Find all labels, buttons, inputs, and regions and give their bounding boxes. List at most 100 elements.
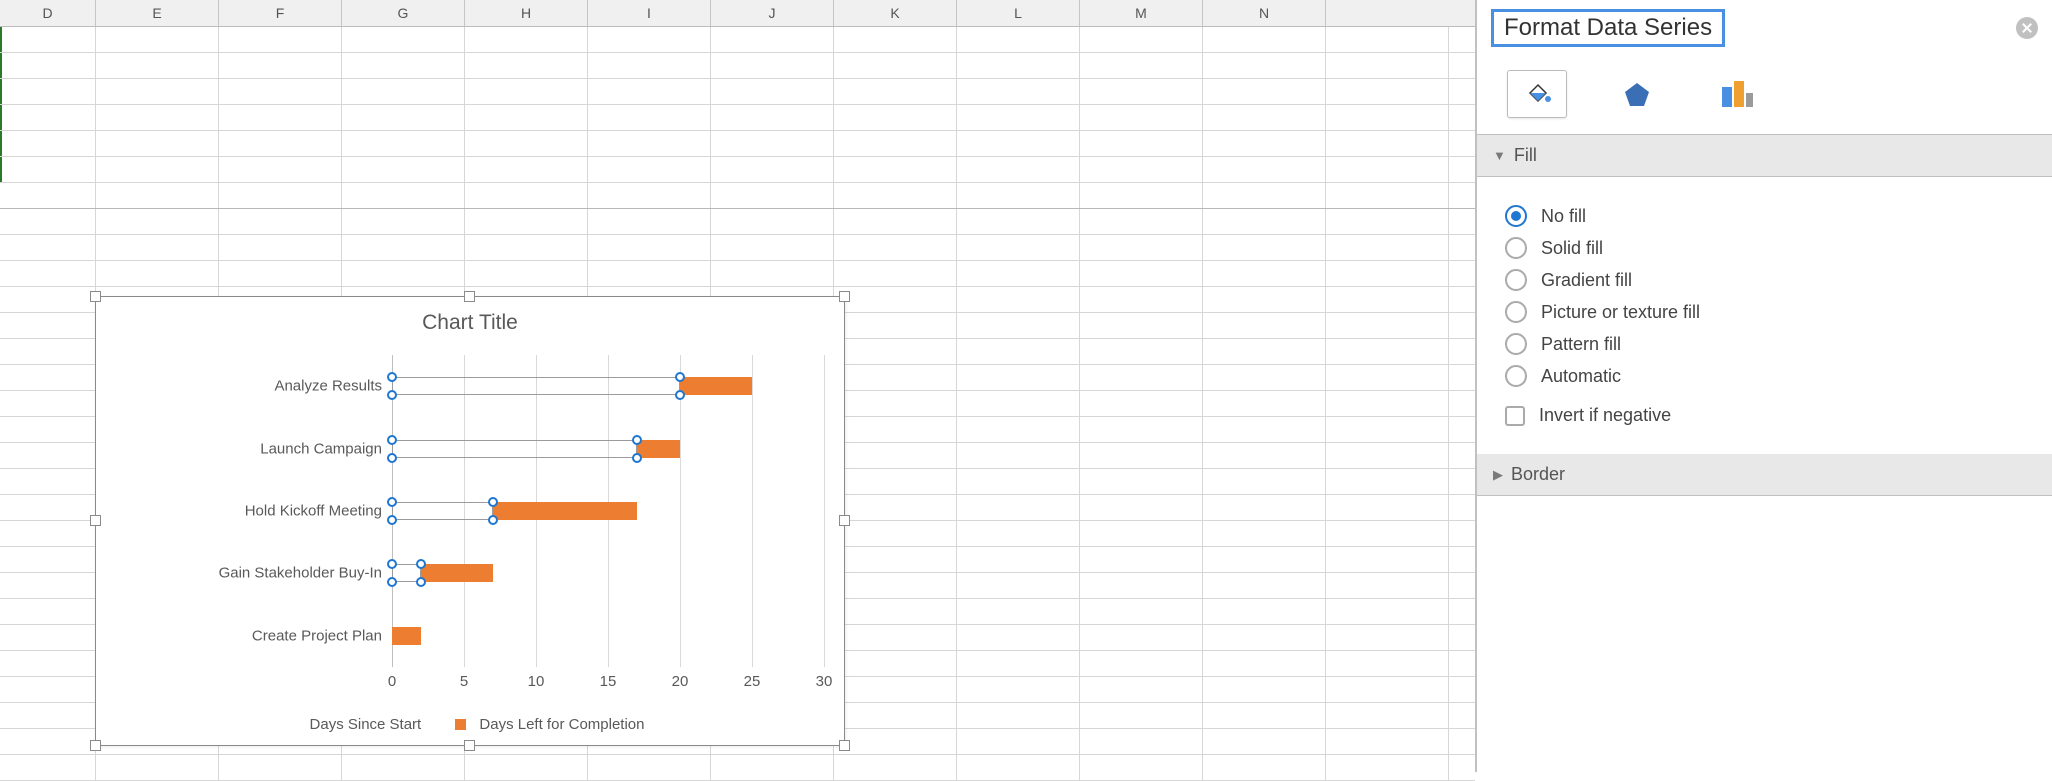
radio-label: Picture or texture fill: [1541, 302, 1700, 323]
radio-label: Solid fill: [1541, 238, 1603, 259]
bar-chart-icon: [1719, 79, 1755, 109]
radio-pattern-fill[interactable]: Pattern fill: [1505, 333, 2024, 355]
selection-point-icon: [488, 497, 498, 507]
x-tick-label: 30: [816, 673, 833, 690]
radio-label: Gradient fill: [1541, 270, 1632, 291]
selection-point-icon: [387, 435, 397, 445]
radio-label: No fill: [1541, 206, 1586, 227]
embedded-chart[interactable]: Chart Title Analyze Results Launch Campai…: [95, 296, 845, 746]
series-bar-days-left[interactable]: [493, 502, 637, 520]
disclosure-right-icon: ▶: [1493, 467, 1503, 483]
column-headers: D E F G H I J K L M N: [0, 0, 1475, 27]
pane-title[interactable]: Format Data Series: [1491, 9, 1725, 47]
series-bar-days-left[interactable]: [680, 377, 752, 395]
pentagon-icon: [1622, 79, 1652, 109]
radio-icon: [1505, 205, 1527, 227]
radio-icon: [1505, 237, 1527, 259]
resize-handle[interactable]: [839, 740, 850, 751]
selection-point-icon: [387, 577, 397, 587]
x-tick-label: 5: [460, 673, 468, 690]
col-header[interactable]: G: [342, 0, 465, 26]
resize-handle[interactable]: [90, 291, 101, 302]
col-header[interactable]: K: [834, 0, 957, 26]
x-tick-label: 0: [388, 673, 396, 690]
selection-point-icon: [632, 435, 642, 445]
x-tick-label: 10: [528, 673, 545, 690]
effects-tab[interactable]: [1607, 70, 1667, 118]
pane-header: Format Data Series: [1477, 0, 2052, 56]
pane-tabs: [1477, 56, 2052, 135]
fill-line-tab[interactable]: [1507, 70, 1567, 118]
radio-label: Automatic: [1541, 366, 1621, 387]
col-header[interactable]: J: [711, 0, 834, 26]
disclosure-down-icon: ▼: [1493, 148, 1506, 163]
section-label: Border: [1511, 464, 1565, 485]
selection-point-icon: [387, 372, 397, 382]
series-bar-days-left[interactable]: [421, 564, 493, 582]
chart-plot[interactable]: Analyze Results Launch Campaign Hold Kicko…: [132, 355, 824, 667]
col-header[interactable]: L: [957, 0, 1080, 26]
col-header[interactable]: E: [96, 0, 219, 26]
col-header[interactable]: F: [219, 0, 342, 26]
col-header[interactable]: I: [588, 0, 711, 26]
selection-point-icon: [675, 372, 685, 382]
category-label: Hold Kickoff Meeting: [245, 503, 382, 520]
col-header[interactable]: M: [1080, 0, 1203, 26]
resize-handle[interactable]: [839, 515, 850, 526]
resize-handle[interactable]: [464, 291, 475, 302]
legend-label: Days Since Start: [310, 716, 422, 733]
radio-solid-fill[interactable]: Solid fill: [1505, 237, 2024, 259]
radio-label: Pattern fill: [1541, 334, 1621, 355]
legend-label: Days Left for Completion: [479, 716, 644, 733]
radio-icon: [1505, 365, 1527, 387]
checkbox-icon: [1505, 406, 1525, 426]
selection-point-icon: [387, 559, 397, 569]
radio-no-fill[interactable]: No fill: [1505, 205, 2024, 227]
radio-automatic[interactable]: Automatic: [1505, 365, 2024, 387]
fill-section-header[interactable]: ▼ Fill: [1477, 135, 2052, 177]
col-header[interactable]: N: [1203, 0, 1326, 26]
category-label: Launch Campaign: [260, 440, 382, 457]
radio-icon: [1505, 301, 1527, 323]
series-options-tab[interactable]: [1707, 70, 1767, 118]
checkbox-label: Invert if negative: [1539, 405, 1671, 426]
legend-swatch-orange-icon: [455, 719, 466, 730]
paint-bucket-icon: [1522, 79, 1552, 109]
series-bar-days-since-start[interactable]: [392, 502, 493, 520]
checkbox-invert-negative[interactable]: Invert if negative: [1505, 405, 2024, 426]
spreadsheet-grid[interactable]: D E F G H I J K L M N Chart Title Analyz…: [0, 0, 1476, 772]
selection-point-icon: [416, 577, 426, 587]
resize-handle[interactable]: [90, 515, 101, 526]
x-tick-label: 15: [600, 673, 617, 690]
resize-handle[interactable]: [464, 740, 475, 751]
x-tick-label: 20: [672, 673, 689, 690]
close-icon[interactable]: [2016, 17, 2038, 39]
chart-legend[interactable]: Days Since Start Days Left for Completio…: [96, 716, 844, 733]
resize-handle[interactable]: [839, 291, 850, 302]
x-tick-label: 25: [744, 673, 761, 690]
selection-point-icon: [387, 515, 397, 525]
chart-title[interactable]: Chart Title: [96, 297, 844, 341]
radio-icon: [1505, 333, 1527, 355]
series-bar-days-since-start[interactable]: [392, 440, 637, 458]
col-header[interactable]: H: [465, 0, 588, 26]
section-label: Fill: [1514, 145, 1537, 166]
radio-picture-fill[interactable]: Picture or texture fill: [1505, 301, 2024, 323]
series-bar-days-left[interactable]: [637, 440, 680, 458]
legend-swatch-blank-icon: [286, 719, 297, 730]
selection-point-icon: [416, 559, 426, 569]
fill-section-body: No fill Solid fill Gradient fill Picture…: [1477, 177, 2052, 454]
resize-handle[interactable]: [90, 740, 101, 751]
selection-point-icon: [675, 390, 685, 400]
border-section-header[interactable]: ▶ Border: [1477, 454, 2052, 496]
col-header[interactable]: D: [0, 0, 96, 26]
selection-point-icon: [488, 515, 498, 525]
selection-point-icon: [387, 453, 397, 463]
radio-gradient-fill[interactable]: Gradient fill: [1505, 269, 2024, 291]
category-label: Create Project Plan: [252, 627, 382, 644]
series-bar-days-left[interactable]: [392, 627, 421, 645]
selection-point-icon: [387, 390, 397, 400]
series-bar-days-since-start[interactable]: [392, 377, 680, 395]
category-label: Analyze Results: [274, 378, 382, 395]
selection-point-icon: [632, 453, 642, 463]
